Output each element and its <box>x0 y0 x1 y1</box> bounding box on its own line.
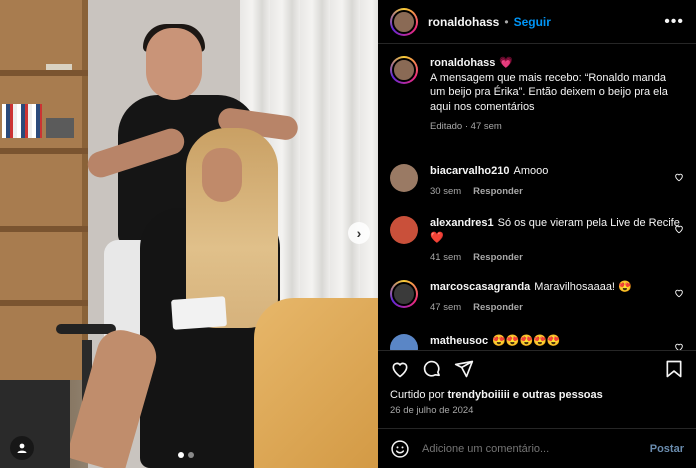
photo-lamp <box>254 298 378 468</box>
author-username[interactable]: ronaldohass <box>428 15 499 29</box>
liked-by-user[interactable]: trendyboiiiii <box>447 389 509 401</box>
user-tag-button[interactable] <box>10 436 34 460</box>
more-icon[interactable]: ••• <box>664 13 684 31</box>
action-bar <box>378 350 696 384</box>
user-tag-icon <box>17 443 27 453</box>
chevron-right-icon: › <box>356 225 362 241</box>
comment-input[interactable] <box>422 442 650 455</box>
comment-username[interactable]: alexandres1 <box>430 217 494 229</box>
carousel-dots <box>178 452 194 458</box>
caption-text: A mensagem que mais recebo: “Ronaldo man… <box>430 71 668 113</box>
avatar[interactable] <box>390 164 418 192</box>
comment-icon[interactable] <box>422 359 442 379</box>
post-comment-button[interactable]: Postar <box>650 443 684 455</box>
comment-username[interactable]: matheusoc <box>430 335 488 347</box>
comment-text: Amooo <box>513 165 549 177</box>
liked-by-others[interactable]: e outras pessoas <box>513 389 603 401</box>
bookmark-icon[interactable] <box>664 359 684 379</box>
caption-username[interactable]: ronaldohass <box>430 57 495 69</box>
reply-button[interactable]: Responder <box>473 185 523 200</box>
avatar[interactable] <box>390 7 418 36</box>
photo-bookshelf <box>0 0 88 380</box>
reply-button[interactable]: Responder <box>473 301 523 316</box>
comment-age: 30 sem <box>430 185 462 197</box>
caption-meta: Editado · 47 sem <box>430 121 502 132</box>
comment-composer: Postar <box>378 428 696 468</box>
emoji-icon[interactable] <box>390 439 410 459</box>
separator-dot: • <box>504 14 509 29</box>
comment-item: biacarvalho210 Amooo 30 sem Responder <box>390 164 684 199</box>
post-header: ronaldohass • Seguir ••• <box>378 0 696 44</box>
avatar[interactable] <box>390 56 418 84</box>
avatar[interactable] <box>390 216 418 244</box>
comments-list[interactable]: ronaldohass 💗 A mensagem que mais recebo:… <box>378 44 696 350</box>
follow-button[interactable]: Seguir <box>514 15 551 29</box>
comment-text: 😍😍😍😍😍 <box>492 335 561 347</box>
liked-by: Curtido por trendyboiiiii e outras pesso… <box>390 389 603 401</box>
carousel-next-button[interactable]: › <box>348 222 370 244</box>
comment-item: alexandres1 Só os que vieram pela Live de… <box>390 216 684 266</box>
comment-username[interactable]: biacarvalho210 <box>430 165 510 177</box>
reply-button[interactable]: Responder <box>473 251 523 266</box>
post-date: 26 de julho de 2024 <box>390 405 474 416</box>
caption-emoji: 💗 <box>499 57 514 69</box>
post-side-panel: ronaldohass • Seguir ••• ronaldohass 💗 A … <box>378 0 696 468</box>
comment-item: matheusoc 😍😍😍😍😍 <box>390 334 684 350</box>
heart-icon[interactable] <box>674 224 684 234</box>
caption: ronaldohass 💗 A mensagem que mais recebo:… <box>390 56 684 135</box>
comment-item: marcoscasagranda Maravilhosaaaa! 😍 47 sem… <box>390 280 684 315</box>
share-icon[interactable] <box>454 359 474 379</box>
avatar[interactable] <box>390 334 418 350</box>
heart-icon[interactable] <box>674 288 684 298</box>
heart-icon[interactable] <box>674 342 684 350</box>
heart-icon[interactable] <box>674 172 684 182</box>
avatar[interactable] <box>390 280 418 308</box>
comment-age: 47 sem <box>430 301 462 313</box>
comment-text: Maravilhosaaaa! 😍 <box>534 281 632 293</box>
heart-icon[interactable] <box>390 359 410 379</box>
comment-username[interactable]: marcoscasagranda <box>430 281 530 293</box>
comment-age: 41 sem <box>430 252 462 263</box>
post-photo[interactable]: › <box>0 0 378 468</box>
